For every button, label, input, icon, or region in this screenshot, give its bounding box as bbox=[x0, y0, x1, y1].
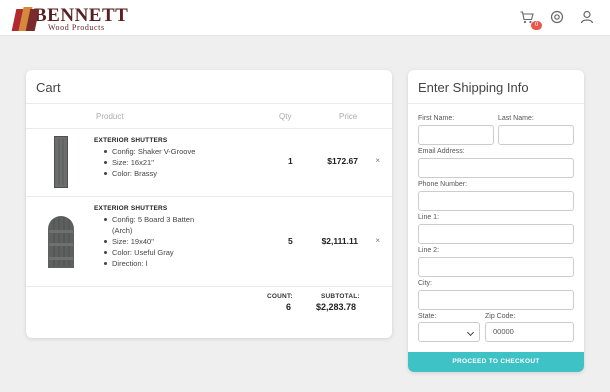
product-name[interactable]: EXTERIOR SHUTTERS bbox=[94, 205, 167, 212]
count-label: COUNT: bbox=[267, 293, 293, 300]
product-option: Size: 19x40" bbox=[104, 236, 194, 247]
phone-label: Phone Number: bbox=[418, 181, 468, 188]
address-line2-field[interactable] bbox=[418, 257, 574, 277]
user-icon[interactable] bbox=[578, 8, 596, 26]
product-option-continued: (Arch) bbox=[112, 226, 133, 235]
col-price: Price bbox=[339, 112, 358, 121]
product-option: Config: Shaker V-Groove bbox=[104, 146, 195, 157]
city-label: City: bbox=[418, 280, 432, 287]
item-qty: 1 bbox=[288, 156, 293, 166]
line1-label: Line 1: bbox=[418, 214, 440, 221]
top-bar: BENNETT Wood Products 0 bbox=[0, 0, 610, 36]
phone-field[interactable] bbox=[418, 191, 574, 211]
cart-row: EXTERIOR SHUTTERS Config: 5 Board 3 Batt… bbox=[26, 196, 392, 286]
cart-title: Cart bbox=[26, 70, 392, 104]
first-name-field[interactable] bbox=[418, 125, 494, 145]
shipping-panel: Enter Shipping Info First Name: Last Nam… bbox=[408, 70, 584, 372]
chevron-down-icon bbox=[466, 328, 475, 337]
subtotal-value: $2,283.78 bbox=[316, 302, 357, 312]
product-option: Config: 5 Board 3 Batten bbox=[104, 214, 194, 225]
shipping-title: Enter Shipping Info bbox=[408, 70, 584, 104]
product-option: Direction: l bbox=[104, 258, 194, 269]
col-product: Product bbox=[96, 112, 124, 121]
email-label: Email Address: bbox=[418, 148, 465, 155]
city-field[interactable] bbox=[418, 290, 574, 310]
item-qty: 5 bbox=[288, 236, 293, 246]
first-name-label: First Name: bbox=[418, 115, 455, 122]
proceed-to-checkout-button[interactable]: PROCEED TO CHECKOUT bbox=[408, 352, 584, 372]
product-option: Size: 16x21" bbox=[104, 157, 195, 168]
email-field[interactable] bbox=[418, 158, 574, 178]
cart-panel: Cart Product Qty Price EXTERIOR SHUTTERS… bbox=[26, 70, 392, 338]
state-label: State: bbox=[418, 313, 437, 320]
product-options: Config: Shaker V-Groove Size: 16x21" Col… bbox=[104, 146, 195, 179]
address-line1-field[interactable] bbox=[418, 224, 574, 244]
remove-item-button[interactable]: × bbox=[375, 156, 380, 165]
zip-field[interactable]: 00000 bbox=[485, 322, 574, 342]
cart-icon[interactable]: 0 bbox=[518, 8, 542, 30]
product-name[interactable]: EXTERIOR SHUTTERS bbox=[94, 137, 167, 144]
product-option: Color: Brassy bbox=[104, 168, 195, 179]
item-price: $2,111.11 bbox=[321, 236, 358, 246]
col-qty: Qty bbox=[279, 112, 292, 121]
state-select[interactable] bbox=[418, 322, 480, 342]
line2-label: Line 2: bbox=[418, 247, 440, 254]
logo-mark bbox=[11, 7, 40, 31]
product-options: Config: 5 Board 3 Batten (Arch) Size: 19… bbox=[104, 214, 194, 269]
subtotal-label: SUBTOTAL: bbox=[321, 293, 360, 300]
remove-item-button[interactable]: × bbox=[375, 236, 380, 245]
brand-logo[interactable]: BENNETT Wood Products bbox=[11, 6, 128, 32]
product-option: Color: Useful Gray bbox=[104, 247, 194, 258]
settings-icon[interactable] bbox=[548, 8, 566, 26]
cart-row: EXTERIOR SHUTTERS Config: Shaker V-Groov… bbox=[26, 128, 392, 196]
count-value: 6 bbox=[286, 302, 292, 312]
cart-count-badge: 0 bbox=[531, 21, 542, 30]
last-name-label: Last Name: bbox=[498, 115, 534, 122]
item-price: $172.67 bbox=[327, 156, 358, 166]
zip-label: Zip Code: bbox=[485, 313, 516, 320]
product-image[interactable] bbox=[54, 136, 68, 193]
last-name-field[interactable] bbox=[498, 125, 574, 145]
product-image[interactable] bbox=[48, 216, 74, 273]
